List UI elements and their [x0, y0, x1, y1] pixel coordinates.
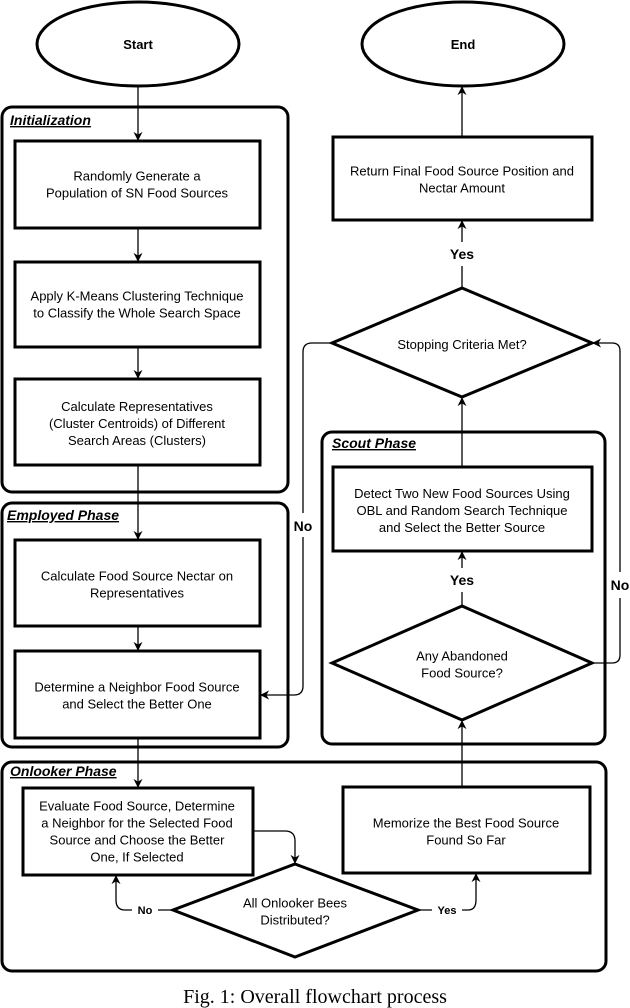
edge-label-onlooker-no: No [138, 905, 153, 917]
text-line: a Neighbor for the Selected Food [41, 816, 233, 831]
text-line: Representatives [90, 586, 184, 601]
text-line: One, If Selected [90, 850, 183, 865]
text-line: Population of SN Food Sources [46, 186, 229, 201]
text-line: Search Areas (Clusters) [68, 433, 206, 448]
process-init-representatives-text: Calculate Representatives (Cluster Centro… [49, 399, 225, 448]
process-onlooker-evaluate: Evaluate Food Source, Determine a Neighbo… [21, 786, 255, 877]
start-label: Start [123, 37, 153, 52]
end-label: End [451, 37, 476, 52]
text-line: (Cluster Centroids) of Different [49, 416, 225, 431]
text-line: Detect Two New Food Sources Using [354, 486, 570, 501]
text-line: Return Final Food Source Position and [350, 164, 574, 179]
text-line: Stopping Criteria Met? [397, 337, 526, 352]
process-scout-detect: Detect Two New Food Sources Using OBL and… [331, 465, 594, 553]
decision-abandoned-source: Any Abandoned Food Source? [328, 604, 596, 722]
text-line: Determine a Neighbor Food Source [34, 680, 239, 695]
process-employed-nectar: Calculate Food Source Nectar on Represent… [13, 538, 262, 628]
text-line: Calculate Food Source Nectar on [41, 569, 233, 584]
decision-stopping-criteria-text: Stopping Criteria Met? [397, 337, 526, 352]
figure-caption: Fig. 1: Overall flowchart process [183, 986, 447, 1008]
edge-evaluate-to-onlooker-decision [253, 830, 300, 864]
text-line: Calculate Representatives [61, 399, 213, 414]
end-terminal: End [360, 0, 566, 88]
text-line: Found So Far [426, 833, 506, 848]
process-scout-detect-text: Detect Two New Food Sources Using OBL and… [354, 486, 570, 535]
process-return-final: Return Final Food Source Position and Nec… [331, 135, 594, 222]
edge-label-onlooker-yes: Yes [438, 905, 457, 917]
process-init-generate: Randomly Generate a Population of SN Food… [13, 139, 262, 230]
process-init-representatives: Calculate Representatives (Cluster Centro… [13, 377, 262, 467]
text-line: and Select the Better One [62, 697, 212, 712]
start-terminal: Start [35, 0, 241, 88]
text-line: Nectar Amount [419, 181, 505, 196]
text-line: Memorize the Best Food Source [373, 816, 559, 831]
onlooker-phase-title: Onlooker Phase [10, 763, 117, 779]
text-line: Apply K-Means Clustering Technique [31, 289, 244, 304]
edge-label-scout-yes: Yes [450, 572, 474, 588]
text-line: OBL and Random Search Technique [356, 503, 567, 518]
text-line: Source and Choose the Better [50, 833, 226, 848]
text-line: Distributed? [260, 913, 329, 928]
initialization-phase-title: Initialization [10, 112, 91, 128]
text-line: Evaluate Food Source, Determine [39, 799, 235, 814]
decision-onlooker-distributed: All Onlooker Bees Distributed? [168, 862, 423, 959]
process-employed-neighbor: Determine a Neighbor Food Source and Sele… [13, 649, 262, 740]
text-line: to Classify the Whole Search Space [33, 306, 240, 321]
text-line: Food Source? [421, 666, 503, 681]
employed-phase-title: Employed Phase [7, 507, 119, 523]
text-line: All Onlooker Bees [243, 896, 348, 911]
edge-label-scout-no: No [611, 577, 630, 593]
process-memorize-best: Memorize the Best Food Source Found So Fa… [341, 785, 592, 875]
edge-label-stop-yes: Yes [450, 246, 474, 262]
text-line: Randomly Generate a [73, 169, 201, 184]
edge-label-stop-no: No [294, 518, 313, 534]
process-init-kmeans: Apply K-Means Clustering Technique to Cla… [13, 260, 262, 349]
decision-stopping-criteria: Stopping Criteria Met? [328, 286, 596, 399]
scout-phase-title: Scout Phase [332, 435, 416, 451]
text-line: Any Abandoned [416, 649, 508, 664]
text-line: and Select the Better Source [379, 520, 545, 535]
flowchart: Start End Initialization Employed Phase … [0, 0, 630, 973]
